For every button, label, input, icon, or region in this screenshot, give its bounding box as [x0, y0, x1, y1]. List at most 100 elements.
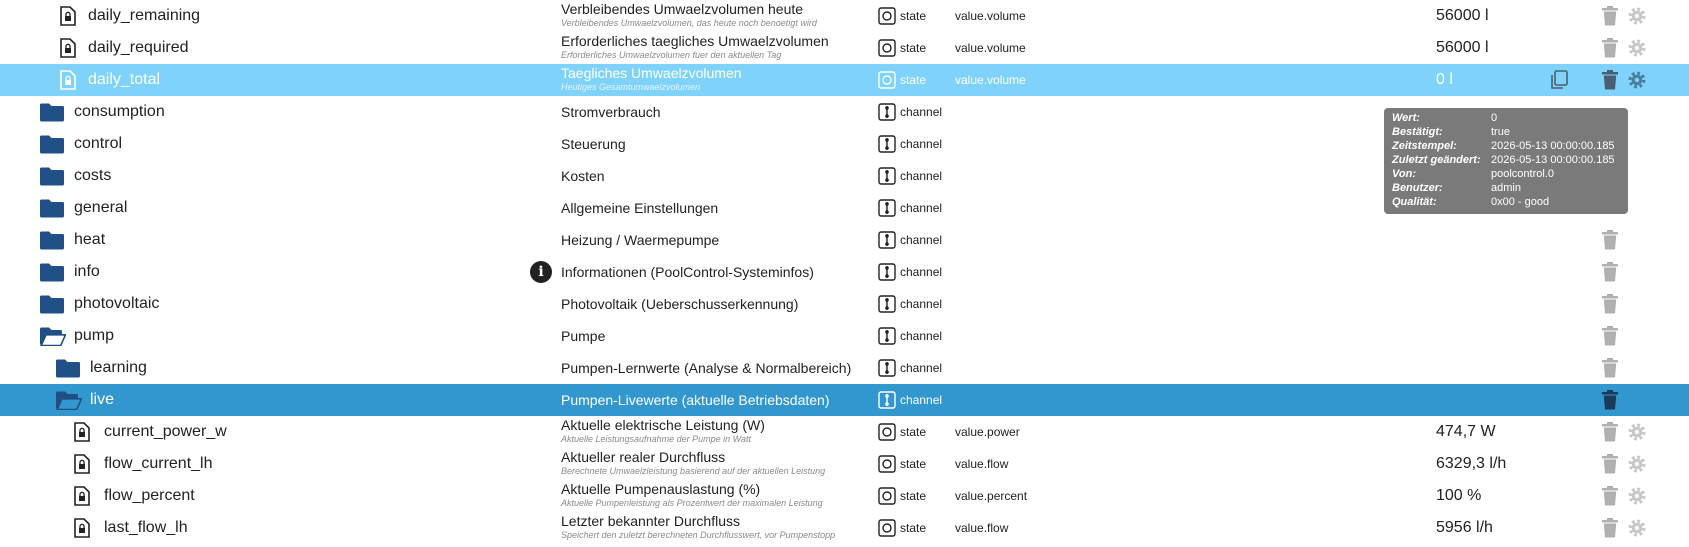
gear-icon[interactable] — [1626, 453, 1648, 475]
tree-row-info[interactable]: info i Informationen (PoolControl-System… — [0, 256, 1689, 288]
object-role: value.power — [955, 425, 1020, 439]
object-name: Informationen (PoolControl-Systeminfos) — [561, 264, 814, 280]
delete-icon[interactable] — [1602, 230, 1618, 250]
object-name: Pumpen-Lernwerte (Analyse & Normalbereic… — [561, 360, 852, 376]
channel-type-icon — [878, 199, 896, 217]
folder-icon[interactable] — [40, 102, 64, 122]
gear-icon[interactable] — [1626, 421, 1648, 443]
folder-open-icon[interactable] — [56, 390, 82, 410]
object-id: consumption — [74, 103, 165, 120]
object-type: state — [900, 9, 927, 23]
gear-icon[interactable] — [1626, 517, 1648, 539]
delete-icon[interactable] — [1602, 486, 1618, 506]
object-id: current_power_w — [104, 423, 227, 440]
delete-icon[interactable] — [1602, 294, 1618, 314]
delete-icon[interactable] — [1602, 518, 1618, 538]
object-value[interactable]: 5956 l/h — [1436, 518, 1493, 538]
delete-icon[interactable] — [1602, 358, 1618, 378]
channel-type-icon — [878, 327, 896, 345]
folder-open-icon[interactable] — [40, 326, 66, 346]
channel-type-icon — [878, 359, 896, 377]
object-value[interactable]: 6329,3 l/h — [1436, 454, 1506, 474]
folder-icon[interactable] — [40, 166, 64, 186]
object-name: Aktueller realer Durchfluss — [561, 449, 726, 465]
tree-row-daily-remaining[interactable]: daily_remaining Verbleibendes Umwaelzvol… — [0, 0, 1689, 32]
object-id: daily_required — [88, 39, 189, 56]
object-name: Verbleibendes Umwaelzvolumen heute — [561, 1, 804, 17]
object-type: channel — [900, 297, 943, 311]
object-type: state — [900, 425, 927, 439]
object-type: channel — [900, 105, 943, 119]
channel-type-icon — [878, 167, 896, 185]
folder-icon[interactable] — [56, 358, 80, 378]
object-role: value.flow — [955, 521, 1009, 535]
tooltip-label: Wert: — [1392, 112, 1420, 124]
tree-row-heat[interactable]: heat Heizung / Waermepumpe channel — [0, 224, 1689, 256]
tooltip-row-from: Von: poolcontrol.0 — [1392, 167, 1624, 181]
folder-icon[interactable] — [40, 230, 64, 250]
tree-row-learning[interactable]: learning Pumpen-Lernwerte (Analyse & Nor… — [0, 352, 1689, 384]
copy-icon[interactable] — [1549, 70, 1569, 90]
object-name: Steuerung — [561, 136, 626, 152]
state-type-icon — [878, 455, 896, 473]
tree-row-flow-current-lh[interactable]: flow_current_lh Aktueller realer Durchfl… — [0, 448, 1689, 480]
object-name: Letzter bekannter Durchfluss — [561, 513, 740, 529]
channel-type-icon — [878, 231, 896, 249]
state-file-icon — [72, 486, 92, 506]
delete-icon[interactable] — [1602, 390, 1618, 410]
object-type: channel — [900, 169, 943, 183]
delete-icon[interactable] — [1602, 38, 1618, 58]
object-id: photovoltaic — [74, 295, 160, 312]
object-id: pump — [74, 327, 115, 344]
folder-icon[interactable] — [40, 294, 64, 314]
tooltip-value: true — [1491, 126, 1510, 138]
channel-type-icon — [878, 295, 896, 313]
object-id: control — [74, 135, 123, 152]
tree-row-last-flow-lh[interactable]: last_flow_lh Letzter bekannter Durchflus… — [0, 512, 1689, 544]
object-value[interactable]: 56000 l — [1436, 6, 1489, 26]
delete-icon[interactable] — [1602, 422, 1618, 442]
object-value[interactable]: 0 l — [1436, 70, 1453, 90]
delete-icon[interactable] — [1602, 262, 1618, 282]
object-subtitle: Heutiges Gesamtumwaelzvolumen — [561, 82, 701, 92]
object-description: Photovoltaik (Ueberschusserkennung) — [561, 289, 871, 319]
folder-icon[interactable] — [40, 198, 64, 218]
tree-row-photovoltaic[interactable]: photovoltaic Photovoltaik (Ueberschusser… — [0, 288, 1689, 320]
info-icon[interactable]: i — [530, 261, 552, 283]
tree-row-daily-required[interactable]: daily_required Erforderliches taegliches… — [0, 32, 1689, 64]
state-type-icon — [878, 39, 896, 57]
tooltip-value: 0 — [1491, 112, 1498, 124]
tree-row-flow-percent[interactable]: flow_percent Aktuelle Pumpenauslastung (… — [0, 480, 1689, 512]
delete-icon[interactable] — [1602, 6, 1618, 26]
delete-icon[interactable] — [1602, 326, 1618, 346]
object-id: heat — [74, 231, 106, 248]
tree-row-current-power-w[interactable]: current_power_w Aktuelle elektrische Lei… — [0, 416, 1689, 448]
tree-row-pump[interactable]: pump Pumpe channel — [0, 320, 1689, 352]
object-id: info — [74, 263, 100, 280]
tooltip-label: Zuletzt geändert: — [1392, 154, 1481, 166]
object-value[interactable]: 474,7 W — [1436, 422, 1496, 442]
object-name: Heizung / Waermepumpe — [561, 232, 720, 248]
channel-type-icon — [878, 135, 896, 153]
state-type-icon — [878, 487, 896, 505]
gear-icon[interactable] — [1626, 485, 1648, 507]
object-value[interactable]: 56000 l — [1436, 38, 1489, 58]
gear-icon[interactable] — [1626, 37, 1648, 59]
folder-icon[interactable] — [40, 134, 64, 154]
object-role: value.volume — [955, 41, 1026, 55]
state-file-icon — [72, 518, 92, 538]
object-id: general — [74, 199, 128, 216]
gear-icon[interactable] — [1626, 69, 1648, 91]
state-file-icon — [58, 70, 78, 90]
object-role: value.flow — [955, 457, 1009, 471]
tree-row-daily-total[interactable]: daily_total Taegliches Umwaelzvolumen He… — [0, 64, 1689, 96]
gear-icon[interactable] — [1626, 5, 1648, 27]
tree-row-live[interactable]: live Pumpen-Livewerte (aktuelle Betriebs… — [0, 384, 1689, 416]
delete-icon[interactable] — [1602, 70, 1618, 90]
object-value[interactable]: 100 % — [1436, 486, 1481, 506]
delete-icon[interactable] — [1602, 454, 1618, 474]
folder-icon[interactable] — [40, 262, 64, 282]
object-description: Aktueller realer Durchfluss Berechnete U… — [561, 449, 871, 477]
tooltip-row-value: Wert: 0 — [1392, 111, 1624, 125]
object-type: channel — [900, 233, 943, 247]
